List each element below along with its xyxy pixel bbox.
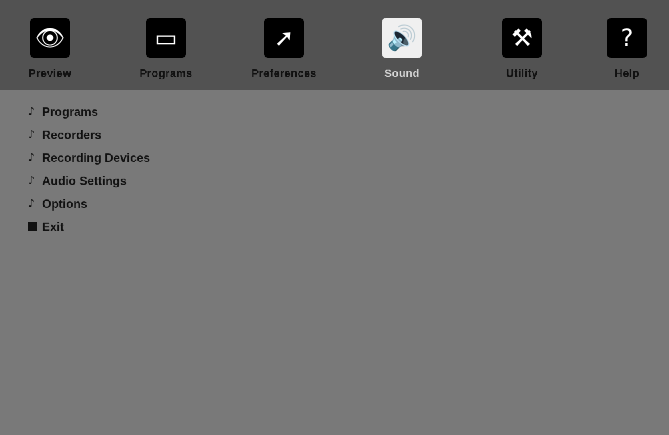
utility-button[interactable]: ⚒ Utility — [474, 18, 570, 84]
menu-item-exit[interactable]: Exit — [28, 215, 328, 238]
menu-item-label: Exit — [42, 219, 65, 234]
music-note-icon: ♪ — [28, 196, 36, 210]
music-note-icon: ♪ — [28, 173, 36, 187]
pointer-icon: ➚ — [264, 18, 304, 58]
menu-item-recording-devices[interactable]: ♪ Recording Devices — [28, 146, 328, 169]
menu-item-programs[interactable]: ♪ Programs — [28, 100, 328, 123]
preview-label: Preview — [28, 68, 72, 80]
menu-item-recorders[interactable]: ♪ Recorders — [28, 123, 328, 146]
menu-item-label: Audio Settings — [42, 173, 127, 188]
main-menu: ♪ Programs ♪ Recorders ♪ Recording Devic… — [28, 100, 328, 238]
preview-button[interactable]: 👁 Preview — [2, 18, 98, 84]
menu-item-label: Options — [42, 196, 88, 211]
sound-button[interactable]: 🔊 Sound — [354, 18, 450, 84]
help-label: Help — [614, 68, 640, 80]
music-note-icon: ♪ — [28, 127, 36, 141]
music-note-icon: ♪ — [28, 150, 36, 164]
preferences-button[interactable]: ➚ Preferences — [236, 18, 332, 84]
eye-icon: 👁 — [30, 18, 70, 58]
square-bullet-icon — [28, 222, 37, 231]
toolbar: 👁 Preview ▭ Programs ➚ Preferences 🔊 Sou… — [0, 0, 669, 90]
programs-button[interactable]: ▭ Programs — [118, 18, 214, 84]
utility-label: Utility — [506, 68, 538, 80]
music-note-icon: ♪ — [28, 104, 36, 118]
help-icon: ? — [607, 18, 647, 58]
menu-item-label: Recorders — [42, 127, 102, 142]
tools-icon: ⚒ — [502, 18, 542, 58]
sound-label: Sound — [384, 68, 420, 80]
programs-label: Programs — [139, 68, 193, 80]
menu-item-options[interactable]: ♪ Options — [28, 192, 328, 215]
speaker-icon: 🔊 — [382, 18, 422, 58]
preferences-label: Preferences — [251, 68, 317, 80]
menu-item-audio-settings[interactable]: ♪ Audio Settings — [28, 169, 328, 192]
menu-item-label: Recording Devices — [42, 150, 151, 165]
monitor-icon: ▭ — [146, 18, 186, 58]
help-button[interactable]: ? Help — [585, 18, 669, 84]
menu-item-label: Programs — [42, 104, 99, 119]
